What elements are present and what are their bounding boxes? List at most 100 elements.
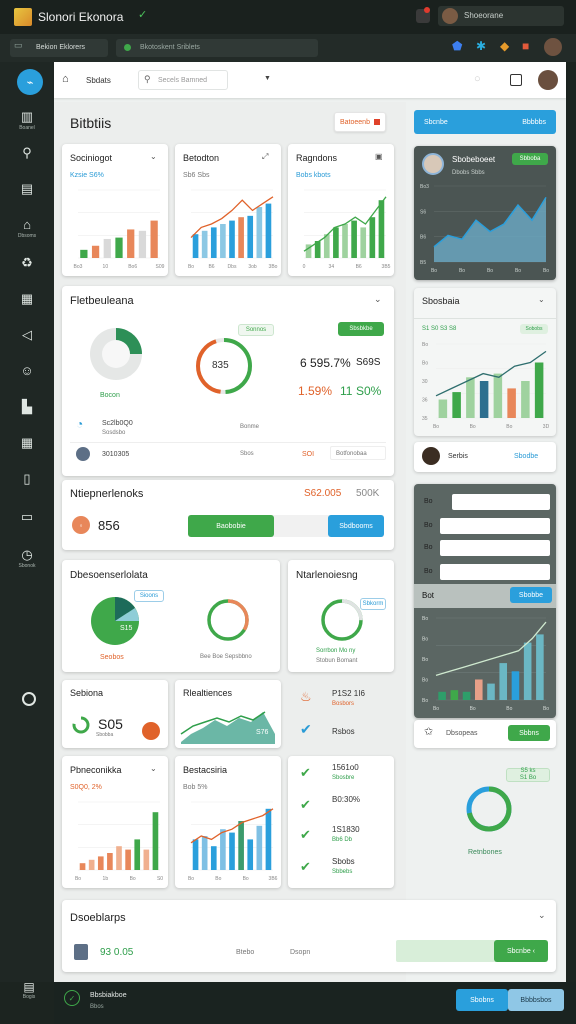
sidebar-item-2[interactable]: ▤: [0, 182, 54, 195]
sidebar-bottom-button[interactable]: ▤ Bogis: [18, 980, 40, 1002]
chevron-down-icon[interactable]: ▼: [264, 75, 271, 82]
sidebar-settings-button[interactable]: [22, 692, 36, 706]
footer-title: Dsoeblarps: [70, 912, 126, 924]
perf-stat2-mid: 11: [340, 384, 353, 398]
section-title: Sbosbaia: [422, 296, 460, 306]
tick-label: S6: [420, 209, 426, 215]
secure-dot-icon: [124, 44, 131, 51]
donut2-title: Ntarlenoiesng: [296, 570, 358, 581]
sidebar-item-7[interactable]: ☺: [0, 364, 54, 377]
sidebar-item-3[interactable]: ⌂ Dbsoms: [0, 218, 54, 239]
header-avatar[interactable]: [538, 70, 558, 90]
donut1-ring-sub: Bee Boe Sepsbbno: [200, 654, 252, 660]
sidebar-item-8[interactable]: ▙: [0, 400, 54, 413]
sebiona-sub: Sbobba: [96, 732, 114, 738]
bar: [134, 839, 141, 870]
chevron-down-icon[interactable]: ⌄: [538, 296, 545, 304]
perf-button[interactable]: Sbsbkbe: [338, 322, 384, 336]
perf-pie: [90, 328, 142, 380]
sidebar-item-11[interactable]: ▭: [0, 510, 54, 523]
window-button[interactable]: [510, 74, 522, 86]
sebiona-badge-icon[interactable]: [142, 722, 160, 740]
donut2-ring: [321, 599, 363, 641]
status-icon: ✓: [64, 990, 80, 1006]
bar: [127, 229, 135, 258]
bar: [192, 839, 199, 870]
form-field[interactable]: [452, 494, 550, 510]
right-footer-button[interactable]: Sbbns: [508, 725, 550, 741]
chevron-down-icon[interactable]: ⌄: [374, 295, 382, 304]
briefcase-icon: ▥: [20, 109, 34, 124]
url-text: Bkotoskent Sriblets: [140, 44, 200, 51]
form-field[interactable]: [440, 518, 550, 534]
chevron-down-icon[interactable]: ⌄: [150, 765, 157, 773]
title-action-button[interactable]: Batoeenb: [334, 112, 386, 132]
bar: [210, 846, 217, 870]
right-top-button[interactable]: Sbcnbe Bbbbbs: [414, 110, 556, 134]
tab-label[interactable]: Sbdats: [86, 77, 111, 85]
footer-button[interactable]: Sbcnbe ‹: [494, 940, 548, 962]
check-icon: ✔: [300, 765, 311, 780]
bell-icon[interactable]: ○: [474, 74, 481, 85]
bar: [238, 217, 244, 258]
form-field[interactable]: [440, 564, 550, 580]
tick-label: Bo: [433, 706, 439, 712]
card-betodton-title: Betodton: [183, 153, 220, 163]
form-field[interactable]: [440, 540, 550, 556]
tick-label: Bo: [487, 268, 493, 274]
speed-icon: ◔: [76, 417, 84, 431]
tick-label: Bo: [422, 637, 428, 643]
bar: [450, 690, 459, 700]
expand-icon[interactable]: ⤢: [262, 153, 268, 161]
chevron-down-icon[interactable]: ⌄: [150, 153, 157, 161]
form-label: Bo: [424, 498, 433, 505]
folder-icon: ▭: [14, 40, 23, 50]
bar: [342, 224, 348, 258]
document-icon: ▤: [20, 181, 34, 196]
tick-label: S0: [157, 876, 163, 882]
cube-icon: [74, 944, 88, 960]
home-icon[interactable]: ⌂: [62, 74, 69, 85]
tick-label: Bo6: [128, 264, 137, 270]
sidebar-item-9[interactable]: ▦: [0, 436, 54, 449]
right-top-left: Sbcnbe: [424, 118, 448, 126]
bar: [143, 849, 150, 870]
profile-avatar[interactable]: [544, 38, 562, 56]
tick-label: Bo3: [420, 184, 429, 190]
status-button-1[interactable]: Sbobns: [456, 989, 508, 1011]
chevron-down-icon[interactable]: ⌄: [538, 911, 546, 920]
sidebar-item-0[interactable]: ▥ Boanel: [0, 110, 54, 131]
bar: [152, 812, 159, 870]
image-icon[interactable]: ▣: [375, 153, 383, 161]
alert-icon[interactable]: ■: [522, 40, 529, 52]
extension-icon[interactable]: ◆: [500, 40, 509, 52]
status-sub: Bbos: [90, 1004, 104, 1010]
form-button[interactable]: Sbobbe: [510, 587, 552, 603]
sidebar-item-4[interactable]: ♻: [0, 256, 54, 269]
title-action-label: Batoeenb: [340, 118, 370, 126]
summary-green-button[interactable]: Baobobie: [188, 515, 274, 537]
profile-badge[interactable]: Sbboba: [512, 153, 548, 165]
sidebar-logo-button[interactable]: ⌁: [17, 69, 43, 95]
status-button-2[interactable]: Bbbbsbos: [508, 989, 564, 1011]
shield-icon[interactable]: ⬟: [452, 40, 462, 52]
bar: [201, 230, 208, 258]
right-ring-label: Retnbones: [468, 849, 502, 856]
tick-label: Bo: [130, 876, 136, 882]
sidebar-item-1[interactable]: ⚲: [0, 146, 54, 159]
sidebar-item-12[interactable]: ◷ Sbonok: [0, 548, 54, 569]
card-socials-subtitle: Kzsie S6%: [70, 172, 104, 179]
bottom-icon: ▤: [23, 980, 35, 994]
puzzle-icon[interactable]: ✱: [476, 40, 486, 52]
check-title: B0:30%: [332, 795, 361, 804]
tick-label: 3B6: [269, 876, 278, 882]
bar: [229, 832, 235, 870]
sidebar-item-6[interactable]: ◁: [0, 328, 54, 341]
sidebar-item-10[interactable]: ▯: [0, 472, 54, 485]
summary-blue-button[interactable]: Sbdbooms: [328, 515, 384, 537]
sidebar-item-5[interactable]: ▦: [0, 292, 54, 305]
tick-label: 0: [303, 264, 306, 270]
user-link[interactable]: Sbodbe: [514, 453, 538, 460]
bestacsiria-title: Bestacsiria: [183, 765, 228, 775]
chart-section: Bo Bo Bo 3D Bo Bo 30 36 35: [422, 342, 550, 430]
